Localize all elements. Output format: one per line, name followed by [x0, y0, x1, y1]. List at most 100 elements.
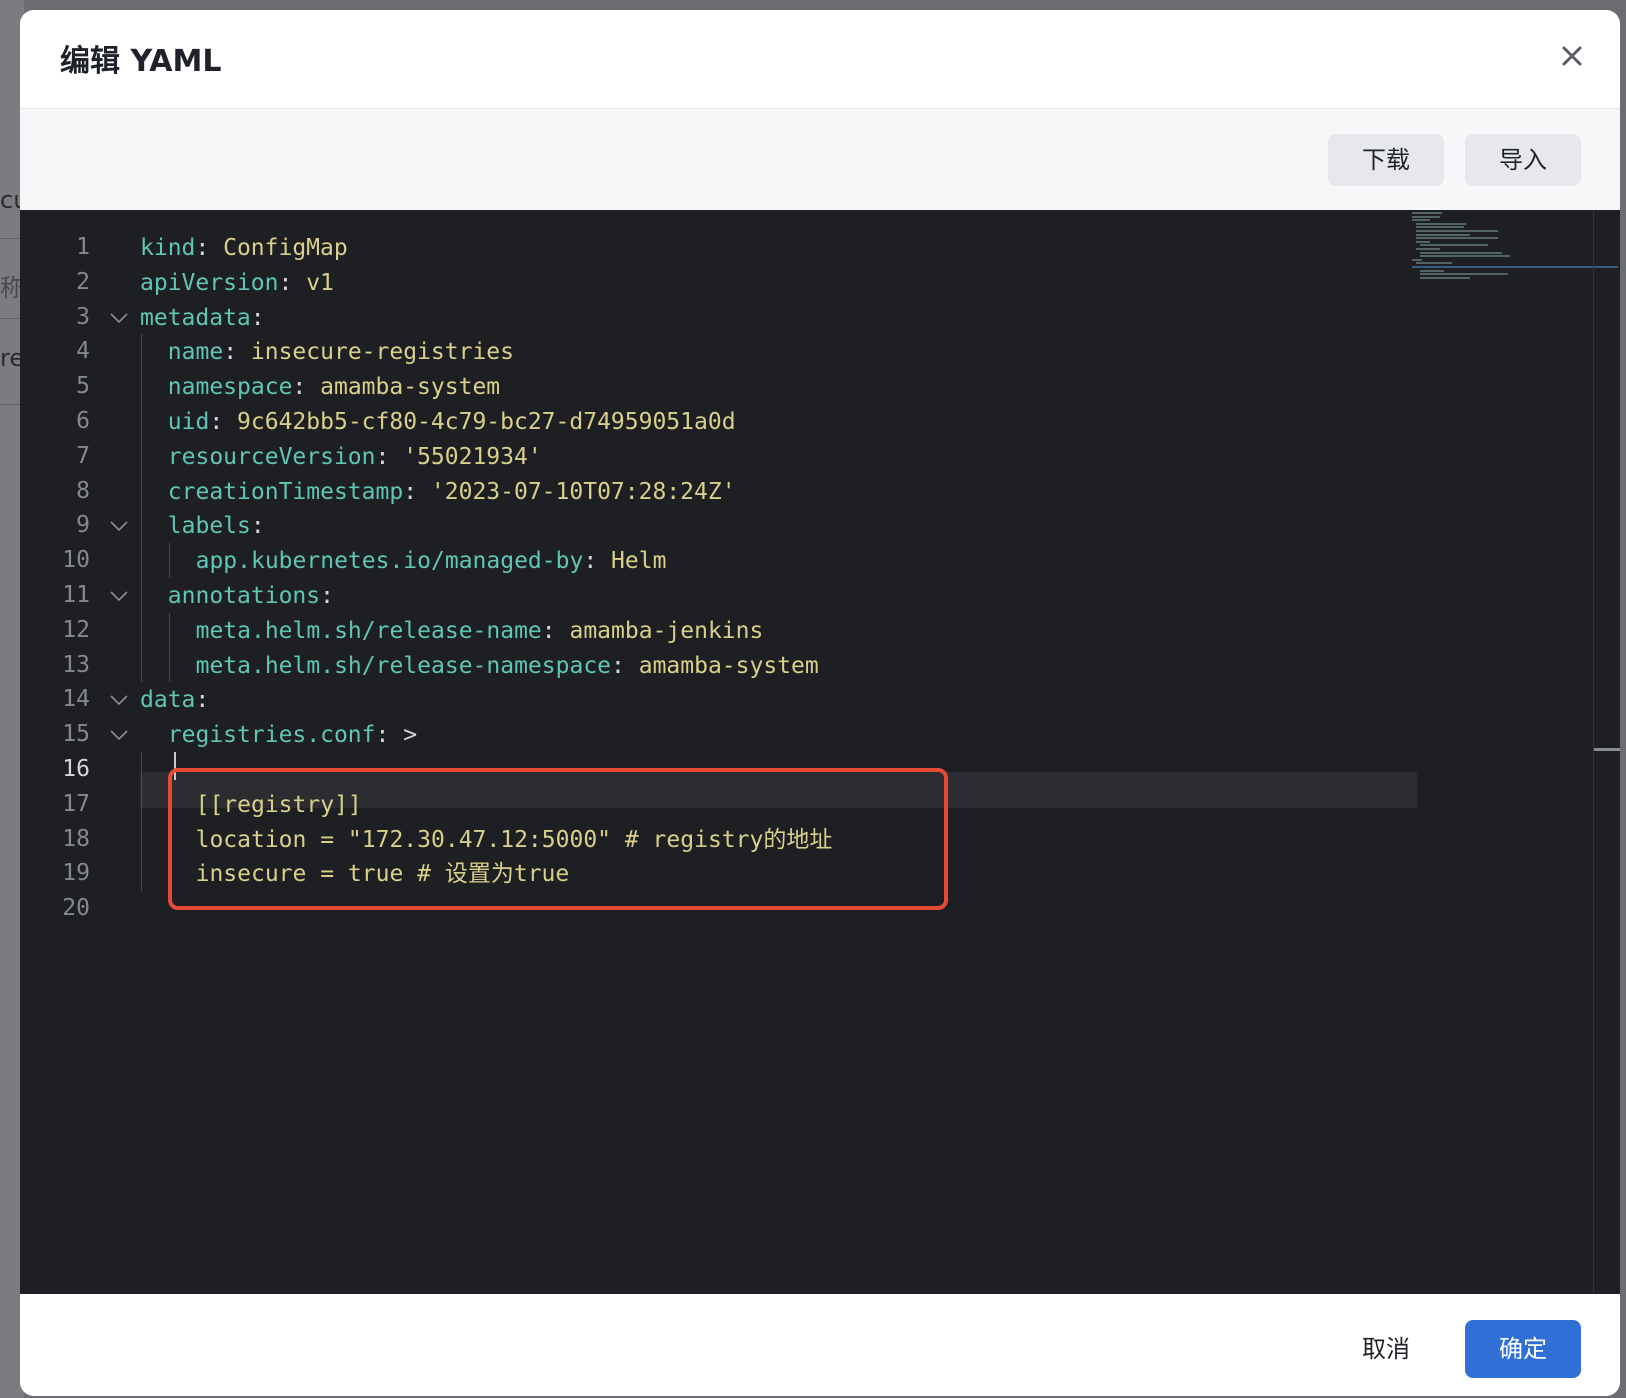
fold-chevron-down-icon[interactable] [108, 689, 130, 711]
yaml-punctuation: : [195, 235, 224, 261]
line-number: 4 [76, 338, 90, 365]
line-number: 1 [76, 234, 90, 260]
yaml-punctuation: : [278, 269, 307, 296]
yaml-punctuation: : [250, 513, 265, 540]
close-icon[interactable] [1556, 40, 1588, 72]
yaml-key: registries.conf [167, 722, 376, 749]
yaml-value: insecure-registries [250, 339, 514, 366]
import-button[interactable]: 导入 [1465, 134, 1581, 186]
minimap-line [1416, 262, 1452, 265]
yaml-key: uid [167, 409, 210, 435]
line-number: 11 [62, 582, 90, 608]
yaml-key: labels [167, 513, 251, 540]
code-line[interactable]: annotations: [168, 578, 334, 614]
yaml-key: kind [140, 235, 196, 261]
yaml-punctuation: : [403, 478, 431, 505]
yaml-punctuation: : [583, 548, 612, 575]
line-number: 13 [62, 651, 90, 678]
yaml-punctuation: : [292, 374, 321, 401]
code-line[interactable]: meta.helm.sh/release-name: amamba-jenkin… [196, 613, 764, 649]
code-line[interactable]: namespace: amamba-system [168, 369, 500, 405]
indent-guide [141, 334, 142, 683]
minimap-line [1416, 230, 1498, 232]
code-line[interactable]: labels: [168, 508, 265, 544]
minimap-line [1412, 212, 1442, 214]
minimap-line [1420, 273, 1508, 276]
indent-guide [141, 752, 142, 892]
yaml-value: '55021934' [403, 443, 542, 470]
yaml-value: amamba-system [638, 652, 819, 679]
line-number: 5 [76, 373, 90, 400]
minimap-line [1420, 244, 1488, 247]
yaml-key: meta.helm.sh/release-name [195, 617, 542, 644]
minimap-line [1420, 276, 1470, 279]
code-line[interactable]: creationTimestamp: '2023-07-10T07:28:24Z… [168, 474, 736, 510]
code-line[interactable]: resourceVersion: '55021934' [168, 439, 542, 475]
fold-chevron-down-icon[interactable] [108, 515, 130, 537]
yaml-value: amamba-jenkins [569, 617, 764, 644]
fold-chevron-down-icon[interactable] [108, 585, 130, 607]
scrollbar-track [1593, 210, 1594, 1294]
line-number: 10 [62, 547, 90, 574]
fold-chevron-down-icon[interactable] [108, 724, 130, 746]
line-number-gutter: 1 2 3 4 5 6 7 8 9 10 11 12 13 14 15 16 17 18 19 20 [20, 210, 128, 1294]
line-number: 18 [62, 825, 90, 852]
code-line[interactable]: app.kubernetes.io/managed-by: Helm [196, 543, 667, 579]
line-number: 3 [76, 303, 90, 330]
yaml-key: resourceVersion [167, 443, 376, 470]
minimap-line [1420, 251, 1502, 254]
yaml-punctuation: : [250, 304, 265, 331]
minimap-line [1412, 215, 1440, 218]
yaml-value: ConfigMap [223, 235, 348, 261]
yaml-code-editor[interactable]: 1 2 3 4 5 6 7 8 9 10 11 12 13 14 15 16 17 18 19 20 kind: Co… [20, 210, 1620, 1294]
dialog-footer: 取消 确定 [20, 1294, 1620, 1396]
minimap-line [1420, 269, 1444, 272]
code-line[interactable]: kind: ConfigMap [140, 230, 348, 266]
code-line[interactable]: registries.conf: > [168, 717, 417, 753]
dialog-title: 编辑 YAML [60, 44, 222, 79]
line-number: 14 [62, 686, 90, 713]
code-line[interactable]: data: [140, 682, 209, 718]
code-line[interactable]: uid: 9c642bb5-cf80-4c79-bc27-d74959051a0… [168, 404, 736, 440]
line-number: 7 [76, 442, 90, 469]
yaml-punctuation: : [223, 339, 251, 366]
yaml-value: 9c642bb5-cf80-4c79-bc27-d74959051a0d [237, 409, 736, 435]
yaml-punctuation: : [195, 687, 210, 714]
yaml-punctuation: : > [375, 722, 418, 749]
minimap-line [1412, 219, 1430, 222]
yaml-value: '2023-07-10T07:28:24Z' [430, 478, 736, 505]
indent-guide [168, 612, 170, 683]
code-line[interactable]: meta.helm.sh/release-namespace: amamba-s… [196, 648, 819, 684]
dialog-header: 编辑 YAML [20, 10, 1620, 109]
line-number: 17 [62, 790, 90, 817]
yaml-value: Helm [611, 548, 667, 575]
minimap-line [1416, 248, 1440, 250]
yaml-punctuation: : [320, 583, 334, 609]
fold-chevron-down-icon[interactable] [108, 307, 130, 329]
code-line[interactable]: apiVersion: v1 [140, 265, 334, 301]
line-number: 6 [76, 408, 90, 434]
yaml-punctuation: : [375, 443, 404, 470]
line-number: 15 [62, 721, 90, 748]
minimap[interactable] [1412, 210, 1618, 1294]
yaml-key: name [167, 339, 224, 366]
line-number: 8 [76, 477, 90, 504]
code-line[interactable]: metadata: [140, 300, 265, 336]
minimap-line [1416, 240, 1430, 243]
yaml-punctuation: : [209, 409, 238, 435]
yaml-punctuation: : [541, 617, 570, 644]
yaml-key: annotations [167, 583, 321, 609]
minimap-line [1416, 222, 1466, 225]
minimap-line [1416, 233, 1470, 236]
line-number: 16 [62, 756, 90, 782]
cancel-button[interactable]: 取消 [1328, 1320, 1444, 1378]
yaml-value: v1 [306, 269, 334, 296]
editor-toolbar: 下载 导入 [20, 109, 1620, 210]
yaml-key: creationTimestamp [167, 478, 404, 505]
code-line[interactable]: name: insecure-registries [168, 334, 514, 370]
minimap-line [1416, 237, 1498, 240]
yaml-key: apiVersion [140, 269, 279, 296]
confirm-button[interactable]: 确定 [1465, 1320, 1581, 1378]
scrollbar-thumb[interactable] [1594, 748, 1620, 751]
download-button[interactable]: 下载 [1328, 134, 1444, 186]
